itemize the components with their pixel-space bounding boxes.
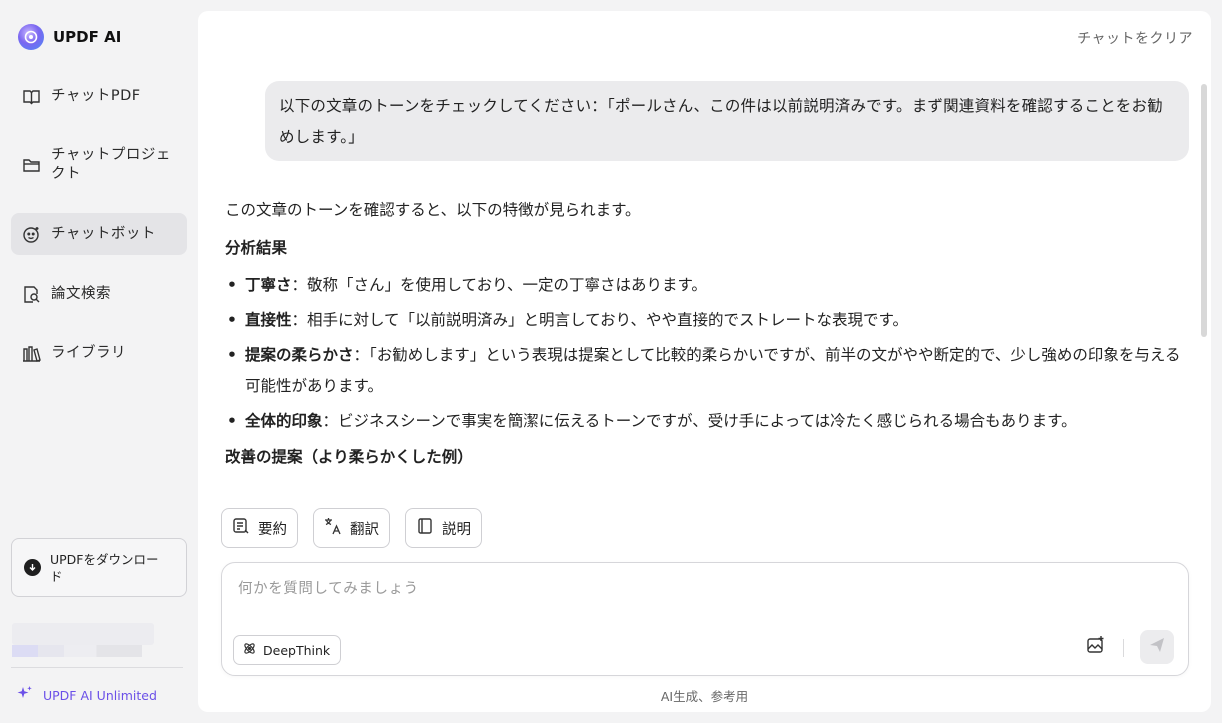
bullet-term: 直接性: [245, 311, 292, 329]
sidebar-item-chat-project[interactable]: チャットプロジェクト: [11, 143, 187, 187]
sidebar-item-chatbot[interactable]: チャットボット: [11, 213, 187, 255]
download-label: UPDFをダウンロード: [50, 551, 159, 584]
bullet-text: ：敬称「さん」を使用しており、一定の丁寧さはあります。: [291, 276, 707, 294]
bullet-term: 全体的印象: [245, 412, 323, 430]
sidebar-item-label: チャットボット: [51, 225, 156, 242]
answer-intro: この文章のトーンを確認すると、以下の特徴が見られます。: [225, 201, 641, 219]
book-chat-icon: [22, 87, 41, 106]
sidebar-item-label: チャットプロジェクト: [51, 147, 171, 182]
send-icon: [1149, 637, 1165, 657]
translate-label: 翻訳: [350, 521, 379, 538]
folder-icon: [22, 156, 41, 175]
sidebar-item-library[interactable]: ライブラリ: [11, 339, 187, 367]
chat-scrollbar[interactable]: [1201, 84, 1207, 337]
document-search-icon: [22, 285, 41, 304]
sidebar: UPDF AI チャットPDF チャットプロジェクト チャットボット 論文検索 …: [0, 0, 198, 723]
clear-chat-button[interactable]: チャットをクリア: [1077, 28, 1193, 48]
translate-button[interactable]: 翻訳: [313, 508, 390, 548]
sidebar-item-label: 論文検索: [51, 285, 111, 302]
ai-disclaimer: AI生成、参考用: [660, 689, 749, 704]
bullet-term: 丁寧さ: [245, 276, 292, 294]
bullet-text: ：ビジネスシーンで事実を簡潔に伝えるトーンですが、受け手によっては冷たく感じられ…: [322, 412, 1077, 430]
message-composer: DeepThink: [221, 562, 1189, 676]
download-updf-button[interactable]: UPDFをダウンロード: [11, 538, 187, 597]
send-button[interactable]: [1140, 630, 1174, 664]
answer-subheading-cut: 改善の提案（より柔らかくした例）: [225, 448, 473, 466]
account-info-placeholder: [12, 623, 154, 645]
sidebar-divider: [11, 667, 183, 668]
chat-panel: チャットをクリア 以下の文章のトーンをチェックしてください：「ポールさん、この件…: [198, 11, 1211, 712]
user-message-bubble: 以下の文章のトーンをチェックしてください：「ポールさん、この件は以前説明済みです…: [265, 81, 1189, 161]
bullet-term: 提案の柔らかさ: [245, 346, 354, 364]
composer-divider: [1123, 639, 1124, 657]
unlimited-label: UPDF AI Unlimited: [43, 687, 157, 703]
summary-icon: [232, 517, 250, 539]
account-detail-placeholder: [12, 645, 142, 657]
brand[interactable]: UPDF AI: [18, 24, 121, 50]
deepthink-label: DeepThink: [263, 642, 331, 658]
image-upload-button[interactable]: [1084, 635, 1108, 659]
deepthink-toggle[interactable]: DeepThink: [233, 635, 342, 665]
library-icon: [22, 344, 41, 363]
download-icon: [24, 559, 41, 576]
summarize-button[interactable]: 要約: [221, 508, 298, 548]
sidebar-item-label: チャットPDF: [51, 87, 141, 104]
explain-label: 説明: [442, 521, 471, 538]
sparkle-icon: [16, 685, 33, 705]
bullet-text: ：相手に対して「以前説明済み」と明言しており、やや直接的でストレートな表現です。: [291, 311, 908, 329]
sidebar-item-label: ライブラリ: [51, 344, 126, 361]
sidebar-item-paper-search[interactable]: 論文検索: [11, 280, 187, 308]
list-item: 丁寧さ：敬称「さん」を使用しており、一定の丁寧さはあります。: [225, 270, 1185, 301]
answer-bullet-list: 丁寧さ：敬称「さん」を使用しており、一定の丁寧さはあります。 直接性：相手に対し…: [225, 270, 1185, 437]
assistant-answer: この文章のトーンを確認すると、以下の特徴が見られます。 分析結果 丁寧さ：敬称「…: [225, 194, 1185, 492]
summarize-label: 要約: [258, 521, 287, 538]
bullet-text: ：「お勧めします」という表現は提案として比較的柔らかいですが、前半の文がやや断定…: [245, 346, 1181, 395]
upgrade-unlimited-link[interactable]: UPDF AI Unlimited: [16, 685, 157, 705]
answer-heading: 分析結果: [225, 239, 288, 257]
message-input[interactable]: [238, 577, 1168, 601]
bot-face-icon: [22, 225, 41, 244]
translate-icon: [324, 517, 342, 539]
image-add-icon: [1086, 635, 1106, 659]
updf-logo-icon: [18, 24, 44, 50]
list-item: 直接性：相手に対して「以前説明済み」と明言しており、やや直接的でストレートな表現…: [225, 305, 1185, 336]
list-item: 提案の柔らかさ：「お勧めします」という表現は提案として比較的柔らかいですが、前半…: [225, 340, 1185, 402]
book-icon: [416, 517, 434, 539]
sidebar-item-chat-pdf[interactable]: チャットPDF: [11, 82, 187, 110]
list-item: 全体的印象：ビジネスシーンで事実を簡潔に伝えるトーンですが、受け手によっては冷た…: [225, 406, 1185, 437]
atom-icon: [242, 641, 257, 659]
explain-button[interactable]: 説明: [405, 508, 482, 548]
app-name: UPDF AI: [53, 28, 122, 46]
